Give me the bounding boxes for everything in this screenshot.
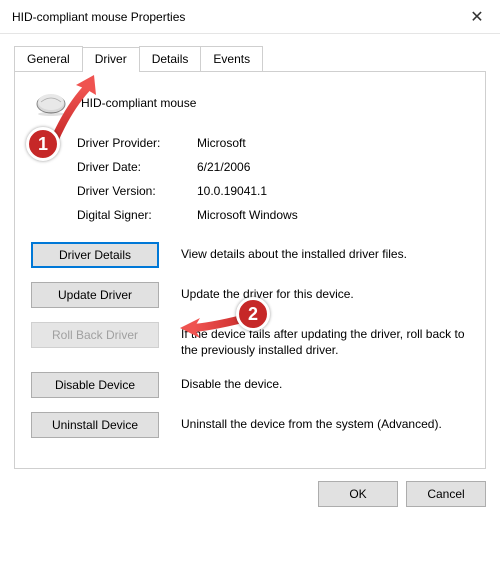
device-name: HID-compliant mouse — [81, 96, 196, 110]
disable-device-button[interactable]: Disable Device — [31, 372, 159, 398]
update-driver-button[interactable]: Update Driver — [31, 282, 159, 308]
title-bar: HID-compliant mouse Properties ✕ — [0, 0, 500, 34]
tab-events[interactable]: Events — [200, 46, 263, 71]
prop-row-provider: Driver Provider: Microsoft — [77, 136, 469, 150]
mouse-icon — [31, 88, 71, 118]
row-rollback-driver: Roll Back Driver If the device fails aft… — [31, 322, 469, 358]
rollback-driver-desc: If the device fails after updating the d… — [181, 322, 469, 358]
driver-details-desc: View details about the installed driver … — [181, 242, 469, 262]
cancel-button[interactable]: Cancel — [406, 481, 486, 507]
ok-button[interactable]: OK — [318, 481, 398, 507]
prop-row-signer: Digital Signer: Microsoft Windows — [77, 208, 469, 222]
uninstall-device-button[interactable]: Uninstall Device — [31, 412, 159, 438]
prop-label-provider: Driver Provider: — [77, 136, 197, 150]
tab-general[interactable]: General — [14, 46, 83, 71]
row-update-driver: Update Driver Update the driver for this… — [31, 282, 469, 308]
uninstall-device-desc: Uninstall the device from the system (Ad… — [181, 412, 469, 432]
row-disable-device: Disable Device Disable the device. — [31, 372, 469, 398]
tab-details[interactable]: Details — [139, 46, 202, 71]
rollback-driver-button: Roll Back Driver — [31, 322, 159, 348]
prop-row-date: Driver Date: 6/21/2006 — [77, 160, 469, 174]
row-uninstall-device: Uninstall Device Uninstall the device fr… — [31, 412, 469, 438]
prop-row-version: Driver Version: 10.0.19041.1 — [77, 184, 469, 198]
prop-value-signer: Microsoft Windows — [197, 208, 298, 222]
driver-properties: Driver Provider: Microsoft Driver Date: … — [77, 136, 469, 222]
prop-label-date: Driver Date: — [77, 160, 197, 174]
tab-panel-driver: HID-compliant mouse Driver Provider: Mic… — [14, 71, 486, 469]
tab-driver[interactable]: Driver — [82, 47, 140, 72]
driver-details-button[interactable]: Driver Details — [31, 242, 159, 268]
close-icon: ✕ — [470, 7, 483, 27]
row-driver-details: Driver Details View details about the in… — [31, 242, 469, 268]
driver-actions: Driver Details View details about the in… — [31, 242, 469, 438]
prop-value-date: 6/21/2006 — [197, 160, 250, 174]
update-driver-desc: Update the driver for this device. — [181, 282, 469, 302]
prop-label-version: Driver Version: — [77, 184, 197, 198]
prop-value-version: 10.0.19041.1 — [197, 184, 267, 198]
dialog-footer: OK Cancel — [0, 469, 500, 519]
prop-value-provider: Microsoft — [197, 136, 246, 150]
prop-label-signer: Digital Signer: — [77, 208, 197, 222]
window-title: HID-compliant mouse Properties — [12, 10, 185, 24]
close-button[interactable]: ✕ — [454, 1, 500, 33]
tab-strip: General Driver Details Events — [14, 46, 486, 71]
dialog-content: General Driver Details Events HID-compli… — [0, 34, 500, 469]
disable-device-desc: Disable the device. — [181, 372, 469, 392]
device-header: HID-compliant mouse — [31, 88, 469, 118]
